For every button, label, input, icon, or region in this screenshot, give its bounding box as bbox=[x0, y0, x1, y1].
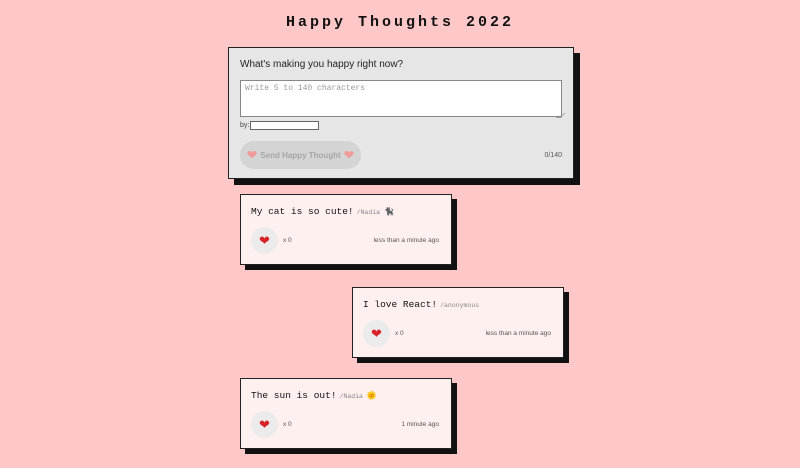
like-count: x 0 bbox=[395, 330, 404, 337]
thought-message: My cat is so cute!/Nadia 🐈‍⬛ bbox=[251, 206, 394, 217]
thought-text: My cat is so cute! bbox=[251, 206, 354, 217]
like-button[interactable]: ❤ bbox=[363, 320, 390, 347]
page-title: Happy Thoughts 2022 bbox=[285, 14, 515, 31]
thought-card: My cat is so cute!/Nadia 🐈‍⬛ ❤ x 0 less t… bbox=[240, 194, 452, 265]
heart-icon: ❤ bbox=[259, 417, 270, 432]
by-label: by: bbox=[240, 122, 250, 129]
thought-card: The sun is out!/Nadia 🌞 ❤ x 0 1 minute ag… bbox=[240, 378, 452, 449]
heart-icon: ❤ bbox=[259, 233, 270, 248]
author-name-input[interactable] bbox=[250, 121, 319, 130]
thought-message: I love React!/anonymous bbox=[363, 299, 483, 310]
thought-timestamp: less than a minute ago bbox=[485, 330, 551, 337]
thought-timestamp: less than a minute ago bbox=[373, 237, 439, 244]
thought-message: The sun is out!/Nadia 🌞 bbox=[251, 390, 377, 401]
send-button-label: Send Happy Thought bbox=[260, 150, 341, 160]
like-button[interactable]: ❤ bbox=[251, 411, 278, 438]
like-count: x 0 bbox=[283, 421, 292, 428]
like-count: x 0 bbox=[283, 237, 292, 244]
new-thought-form: What's making you happy right now? by: ❤… bbox=[228, 47, 574, 179]
like-button[interactable]: ❤ bbox=[251, 227, 278, 254]
character-counter: 0/140 bbox=[544, 152, 562, 159]
thought-emoji: 🌞 bbox=[366, 392, 377, 401]
thought-card: I love React!/anonymous ❤ x 0 less than … bbox=[352, 287, 564, 358]
thought-author: /Nadia bbox=[356, 209, 381, 216]
thought-text: The sun is out! bbox=[251, 390, 337, 401]
thought-author: /anonymous bbox=[440, 302, 480, 309]
thought-textarea[interactable] bbox=[240, 80, 562, 117]
thought-emoji: 🐈‍⬛ bbox=[384, 208, 394, 217]
thought-timestamp: 1 minute ago bbox=[401, 421, 439, 428]
thought-text: I love React! bbox=[363, 299, 438, 310]
send-happy-thought-button[interactable]: ❤ Send Happy Thought ❤ bbox=[240, 141, 361, 169]
heart-icon: ❤ bbox=[371, 326, 382, 341]
form-question: What's making you happy right now? bbox=[240, 59, 404, 70]
thought-author: /Nadia bbox=[339, 393, 363, 400]
heart-icon: ❤ bbox=[247, 148, 258, 162]
heart-icon: ❤ bbox=[343, 148, 354, 162]
